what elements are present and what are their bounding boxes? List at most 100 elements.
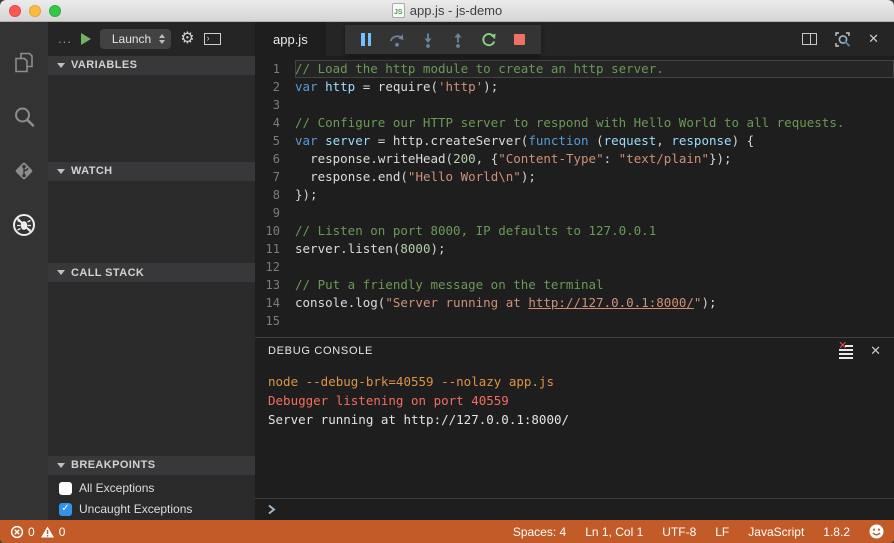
section-header-breakpoints[interactable]: BREAKPOINTS — [48, 456, 255, 475]
line-content — [295, 312, 894, 330]
code-lines: 1// Load the http module to create an ht… — [255, 56, 894, 337]
status-item[interactable]: LF — [715, 525, 729, 539]
close-panel-icon[interactable]: ✕ — [870, 343, 881, 359]
debug-no-bug-icon[interactable] — [0, 198, 48, 252]
minimize-window-button[interactable] — [29, 5, 41, 17]
step-into-button[interactable] — [417, 29, 439, 51]
close-editor-icon[interactable]: ✕ — [868, 31, 879, 47]
console-line: node --debug-brk=40559 --nolazy app.js — [255, 372, 894, 391]
error-count-group[interactable]: 0 — [10, 525, 35, 539]
code-line[interactable]: 2var http = require('http'); — [255, 78, 894, 96]
line-number[interactable]: 8 — [255, 186, 295, 204]
code-line[interactable]: 14console.log("Server running at http://… — [255, 294, 894, 312]
split-editor-icon[interactable] — [802, 33, 817, 45]
line-number[interactable]: 9 — [255, 204, 295, 222]
status-item[interactable]: UTF-8 — [662, 525, 696, 539]
line-number[interactable]: 13 — [255, 276, 295, 294]
code-line[interactable]: 15 — [255, 312, 894, 330]
git-branch-icon[interactable] — [0, 144, 48, 198]
code-line[interactable]: 10// Listen on port 8000, IP defaults to… — [255, 222, 894, 240]
section-header-callstack[interactable]: CALL STACK — [48, 263, 255, 282]
main-area: ... Launch ⚙ › VARIABLES WATCH — [0, 22, 894, 520]
status-item[interactable]: Spaces: 4 — [513, 525, 566, 539]
line-number[interactable]: 3 — [255, 96, 295, 114]
line-number[interactable]: 12 — [255, 258, 295, 276]
step-out-button[interactable] — [447, 29, 469, 51]
code-line[interactable]: 11server.listen(8000); — [255, 240, 894, 258]
stop-button[interactable] — [509, 29, 531, 51]
line-number[interactable]: 15 — [255, 312, 295, 330]
code-line[interactable]: 3 — [255, 96, 894, 114]
line-number[interactable]: 11 — [255, 240, 295, 258]
start-debug-icon[interactable] — [81, 33, 91, 45]
section-header-watch[interactable]: WATCH — [48, 162, 255, 181]
code-line[interactable]: 1// Load the http module to create an ht… — [255, 60, 894, 78]
status-item[interactable]: JavaScript — [748, 525, 804, 539]
twistie-icon — [57, 169, 65, 174]
line-content: server.listen(8000); — [295, 240, 894, 258]
status-item[interactable]: Ln 1, Col 1 — [585, 525, 643, 539]
feedback-smiley-icon[interactable] — [869, 524, 884, 539]
titlebar: JS app.js - js-demo — [0, 0, 894, 22]
panel-actions: ✕ ✕ — [839, 343, 881, 359]
breakpoint-label: All Exceptions — [79, 481, 154, 495]
section-label: CALL STACK — [71, 267, 144, 279]
pause-button[interactable] — [355, 29, 377, 51]
code-line[interactable]: 12 — [255, 258, 894, 276]
line-number[interactable]: 6 — [255, 150, 295, 168]
breakpoint-row[interactable]: ✓Uncaught Exceptions — [48, 499, 255, 520]
activity-bar — [0, 22, 48, 520]
warning-count-group[interactable]: 0 — [40, 525, 66, 539]
step-into-icon — [419, 31, 437, 49]
zoom-window-button[interactable] — [49, 5, 61, 17]
breakpoint-row[interactable]: All Exceptions — [48, 478, 255, 499]
status-right: Spaces: 4 Ln 1, Col 1 UTF-8 LF JavaScript 1.8… — [513, 524, 884, 539]
line-number[interactable]: 14 — [255, 294, 295, 312]
section-label: VARIABLES — [71, 59, 137, 71]
code-line[interactable]: 8}); — [255, 186, 894, 204]
section-header-variables[interactable]: VARIABLES — [48, 56, 255, 75]
pause-icon — [361, 33, 371, 46]
preview-search-icon[interactable] — [834, 31, 851, 48]
warning-count: 0 — [59, 525, 66, 539]
js-file-icon: JS — [392, 3, 405, 18]
restart-button[interactable] — [478, 29, 500, 51]
twistie-icon — [57, 63, 65, 68]
code-line[interactable]: 9 — [255, 204, 894, 222]
window-title-wrap: JS app.js - js-demo — [392, 3, 502, 18]
search-icon[interactable] — [0, 90, 48, 144]
twistie-icon — [57, 270, 65, 275]
console-output: node --debug-brk=40559 --nolazy app.jsDe… — [255, 364, 894, 498]
line-number[interactable]: 7 — [255, 168, 295, 186]
checkbox-unchecked-icon[interactable] — [59, 482, 72, 495]
line-number[interactable]: 2 — [255, 78, 295, 96]
line-content: // Listen on port 8000, IP defaults to 1… — [295, 222, 894, 240]
configure-gear-icon[interactable]: ⚙ — [180, 31, 194, 47]
open-debug-console-icon[interactable]: › — [204, 33, 221, 45]
line-content — [295, 204, 894, 222]
line-content: var server = http.createServer(function … — [295, 132, 894, 150]
line-number[interactable]: 1 — [255, 60, 295, 78]
code-line[interactable]: 6 response.writeHead(200, {"Content-Type… — [255, 150, 894, 168]
code-line[interactable]: 7 response.end("Hello World\n"); — [255, 168, 894, 186]
checkbox-checked-icon[interactable]: ✓ — [59, 503, 72, 516]
console-input[interactable] — [255, 498, 894, 520]
clear-console-icon[interactable]: ✕ — [839, 345, 854, 358]
line-number[interactable]: 4 — [255, 114, 295, 132]
code-line[interactable]: 5var server = http.createServer(function… — [255, 132, 894, 150]
code-line[interactable]: 13// Put a friendly message on the termi… — [255, 276, 894, 294]
line-number[interactable]: 10 — [255, 222, 295, 240]
code-line[interactable]: 4// Configure our HTTP server to respond… — [255, 114, 894, 132]
debug-console-panel: DEBUG CONSOLE ✕ ✕ node --debug-brk=40559… — [255, 337, 894, 520]
editor-area: app.js — [255, 22, 894, 520]
step-over-button[interactable] — [386, 29, 408, 51]
explorer-files-icon[interactable] — [0, 36, 48, 90]
debug-sidebar: ... Launch ⚙ › VARIABLES WATCH — [48, 22, 255, 520]
debug-config-select[interactable]: Launch — [100, 29, 171, 49]
tab-app-js[interactable]: app.js — [255, 22, 326, 56]
status-item[interactable]: 1.8.2 — [823, 525, 850, 539]
line-number[interactable]: 5 — [255, 132, 295, 150]
close-window-button[interactable] — [9, 5, 21, 17]
section-label: BREAKPOINTS — [71, 459, 155, 471]
more-actions-button[interactable]: ... — [58, 31, 72, 46]
